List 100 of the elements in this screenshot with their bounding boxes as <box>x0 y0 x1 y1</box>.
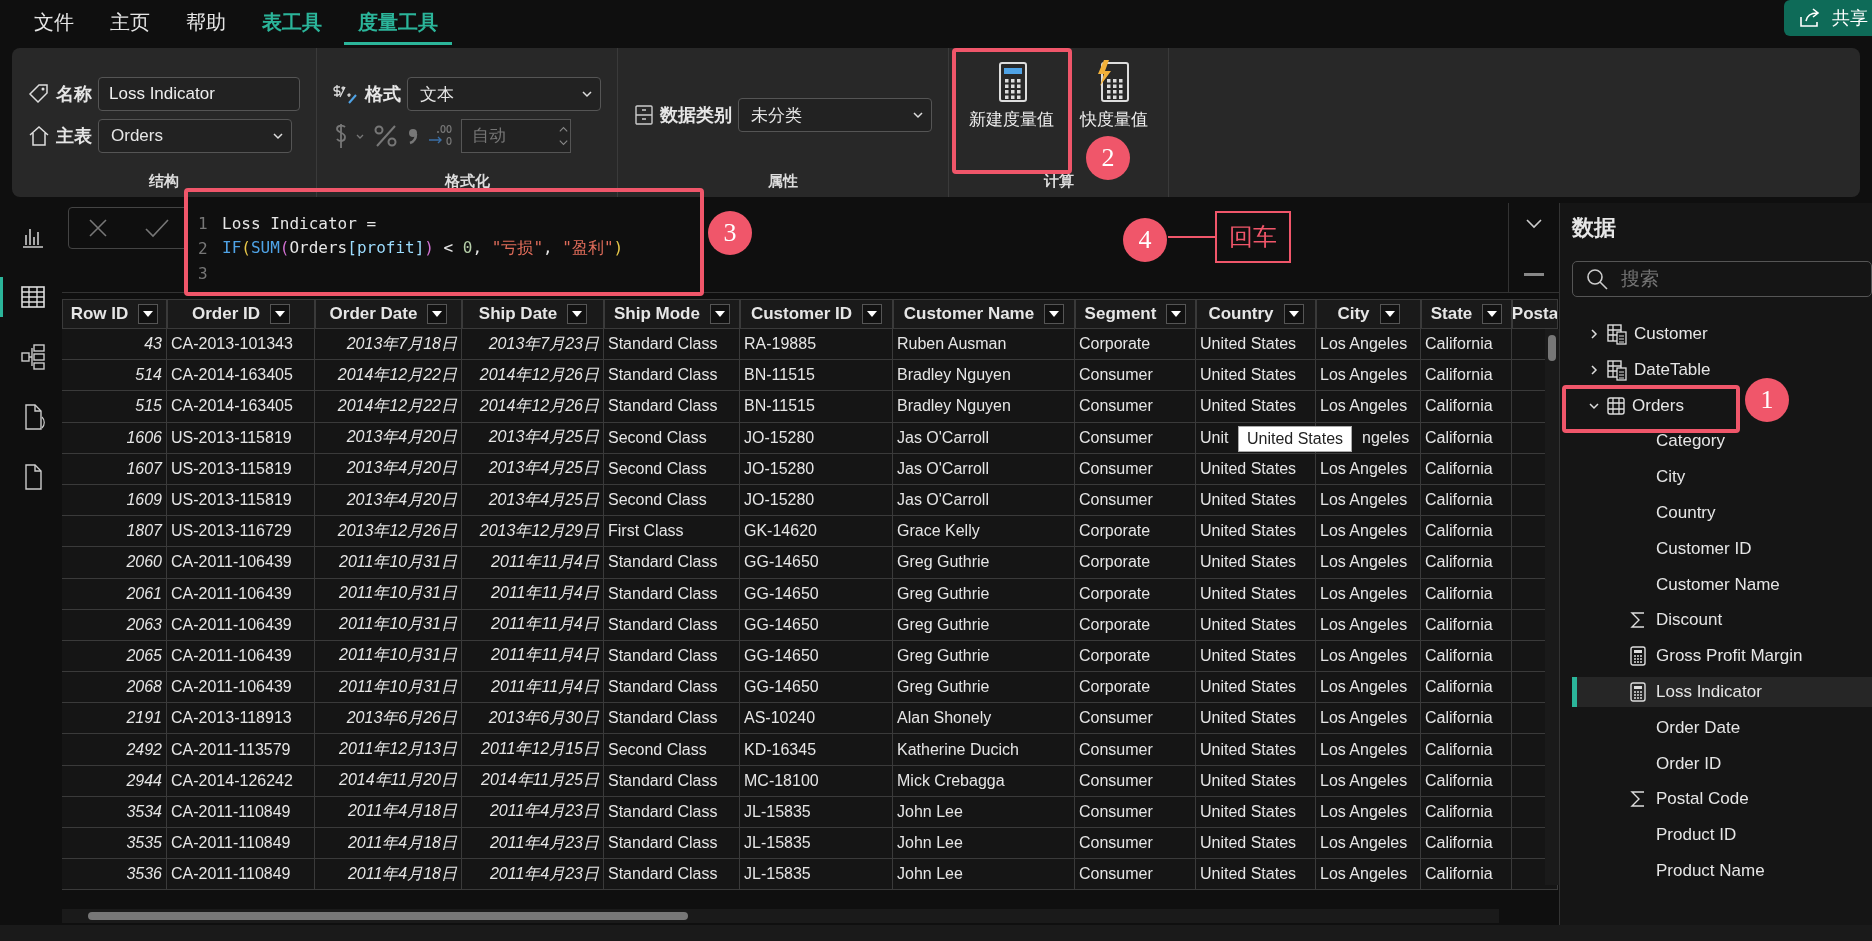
table-cell: United States <box>1196 484 1316 517</box>
column-header[interactable]: Row ID <box>62 299 167 329</box>
table-cell: 2061 <box>62 578 167 610</box>
tree-table-item[interactable]: DateTable <box>1572 354 1717 385</box>
table-cell: Katherine Ducich <box>893 734 1075 766</box>
scrollbar-thumb[interactable] <box>1548 335 1556 361</box>
code-line[interactable]: IF(SUM(Orders[profit]) < 0, "亏损", "盈利") <box>222 238 624 259</box>
menu-tab[interactable]: 帮助 <box>172 3 240 45</box>
quick-measure-button[interactable]: 快度量值 <box>1076 56 1152 135</box>
table-cell: 3534 <box>62 796 167 828</box>
filter-dropdown-icon[interactable] <box>1166 304 1187 324</box>
column-header[interactable]: Ship Mode <box>604 299 740 329</box>
filter-dropdown-icon[interactable] <box>1379 304 1400 324</box>
tree-field-item[interactable]: Order ID <box>1572 748 1872 779</box>
column-header[interactable]: Order Date <box>315 299 462 329</box>
percent-icon[interactable] <box>373 123 399 149</box>
table-cell: US-2013-115819 <box>167 422 315 454</box>
table-cell: California <box>1421 453 1512 485</box>
filter-dropdown-icon[interactable] <box>567 304 588 324</box>
table-cell: California <box>1421 672 1512 704</box>
tree-table-item[interactable]: Orders <box>1572 390 1690 421</box>
filter-dropdown-icon[interactable] <box>862 304 883 324</box>
new-measure-button[interactable]: 新建度量值 <box>965 56 1058 135</box>
table-cell: California <box>1421 640 1512 673</box>
table-cell: Standard Class <box>604 796 740 828</box>
tree-field-item[interactable]: Postal Code <box>1572 784 1872 815</box>
filter-dropdown-icon[interactable] <box>427 304 448 324</box>
table-cell: 2011年11月4日 <box>462 640 604 673</box>
tree-field-item[interactable]: Customer ID <box>1572 533 1872 564</box>
tree-field-item[interactable]: Country <box>1572 498 1872 528</box>
share-button[interactable]: 共享 <box>1784 0 1872 36</box>
table-cell: 43 <box>62 329 167 361</box>
chevron-right-icon[interactable] <box>1588 363 1600 376</box>
table-cell: CA-2014-163405 <box>167 360 315 392</box>
table-cell: MC-18100 <box>740 765 893 797</box>
menu-tab[interactable]: 度量工具 <box>344 3 452 45</box>
data-category-label: 数据类别 <box>660 104 732 127</box>
tree-field-item[interactable]: Category <box>1572 426 1872 457</box>
table-cell: Los Angeles <box>1316 360 1421 392</box>
table-cell: JO-15280 <box>740 422 893 454</box>
table-cell: JL-15835 <box>740 828 893 860</box>
home-table-label: 主表 <box>56 125 92 148</box>
filter-dropdown-icon[interactable] <box>1283 304 1304 324</box>
expand-chevron-icon[interactable] <box>1526 219 1542 229</box>
table-cell: California <box>1421 391 1512 423</box>
filter-dropdown-icon[interactable] <box>709 304 730 324</box>
tree-field-item[interactable]: City <box>1572 462 1872 493</box>
column-header[interactable]: State <box>1421 299 1512 329</box>
menu-tab[interactable]: 表工具 <box>248 3 336 45</box>
filter-dropdown-icon[interactable] <box>1044 304 1065 324</box>
line-number: 2 <box>197 239 209 258</box>
table-cell: 2013年4月20日 <box>315 453 462 485</box>
pane-title: 数据 <box>1572 214 1617 242</box>
tooltip: United States <box>1238 425 1353 452</box>
table-cell: RA-19885 <box>740 329 893 361</box>
table-cell: AS-10240 <box>740 703 893 735</box>
data-category-select[interactable]: 未分类 <box>738 98 932 132</box>
cancel-icon[interactable] <box>86 217 109 239</box>
table-icon <box>1606 395 1626 416</box>
table-cell: Standard Class <box>604 828 740 860</box>
scrollbar-thumb[interactable] <box>1524 273 1544 276</box>
name-field[interactable]: Loss Indicator <box>98 77 300 111</box>
search-field[interactable]: 搜索 <box>1572 261 1872 297</box>
table-cell: United States <box>1196 828 1316 860</box>
scrollbar-thumb[interactable] <box>88 912 688 920</box>
calculator-icon <box>1630 646 1646 667</box>
tree-field-item[interactable]: Product ID <box>1572 820 1872 851</box>
column-header[interactable]: City <box>1316 299 1421 329</box>
field-name: Customer ID <box>1656 538 1752 559</box>
column-header[interactable]: Country <box>1196 299 1316 329</box>
filter-dropdown-icon[interactable] <box>270 304 290 324</box>
tree-field-item[interactable]: Order Date <box>1572 712 1872 743</box>
tree-field-item[interactable]: Loss Indicator <box>1572 676 1872 707</box>
tree-field-item[interactable]: Customer Name <box>1572 569 1872 600</box>
column-header[interactable]: Customer ID <box>740 299 893 329</box>
filter-dropdown-icon[interactable] <box>138 304 159 324</box>
menu-tab[interactable]: 主页 <box>96 3 164 45</box>
column-header[interactable]: Customer Name <box>893 299 1075 329</box>
home-table-select[interactable]: Orders <box>98 119 292 153</box>
table-cell: 2011年4月18日 <box>315 828 462 860</box>
step-badge: 4 <box>1123 218 1167 262</box>
filter-dropdown-icon[interactable] <box>1482 304 1503 324</box>
commit-icon[interactable] <box>143 217 170 239</box>
table-cell: Corporate <box>1075 329 1196 361</box>
code-line[interactable]: Loss Indicator = <box>222 214 377 233</box>
tree-field-item[interactable]: Discount <box>1572 605 1872 636</box>
chevron-right-icon[interactable] <box>1588 328 1600 340</box>
tree-table-item[interactable]: Customer <box>1572 319 1714 349</box>
table-cell: California <box>1421 828 1512 860</box>
column-header[interactable]: Ship Date <box>462 299 604 329</box>
column-header[interactable]: Segment <box>1075 299 1196 329</box>
column-header[interactable]: Order ID <box>167 299 315 329</box>
format-select[interactable]: 文本 <box>407 77 601 111</box>
group-title: 计算 <box>1042 172 1075 191</box>
table-cell: Los Angeles <box>1316 765 1421 797</box>
menu-tab[interactable]: 文件 <box>20 3 88 45</box>
tree-field-item[interactable]: Gross Profit Margin <box>1572 641 1872 672</box>
table-cell: 2013年4月25日 <box>462 453 604 485</box>
table-cell: Standard Class <box>604 547 740 579</box>
tree-field-item[interactable]: Product Name <box>1572 855 1872 886</box>
